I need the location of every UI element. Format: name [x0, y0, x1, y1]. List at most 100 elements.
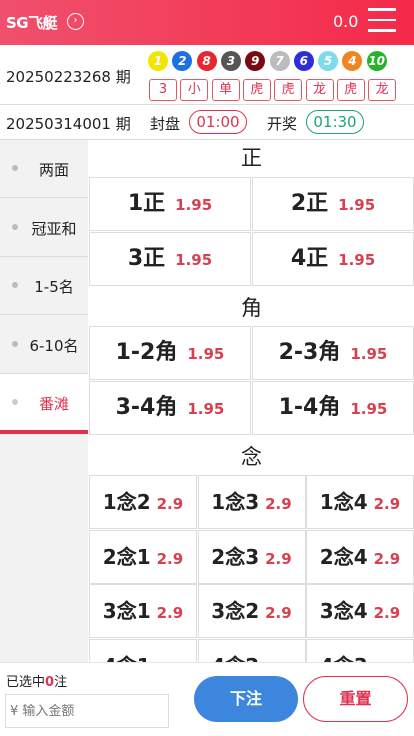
bet-odds: 2.9 — [156, 549, 184, 568]
bet-name: 2-3角 — [278, 340, 341, 365]
result-ball: 1 — [148, 51, 168, 71]
bet-name: 2念1 — [102, 544, 151, 569]
bet-footer: 已选中0注 下注 重置 — [0, 662, 414, 736]
bet-name: 3正 — [127, 245, 166, 271]
sidebar-item[interactable]: 6-10名 — [0, 316, 88, 374]
bet-odds: 1.95 — [187, 345, 225, 363]
result-ball: 8 — [196, 51, 217, 71]
bet-name: 1-2角 — [115, 340, 178, 365]
result-ball: 9 — [245, 51, 266, 71]
open-countdown: 01:30 — [306, 110, 364, 134]
odds-cell[interactable]: 2-3角 1.95 — [252, 326, 414, 380]
bet-odds: 1.95 — [187, 399, 225, 418]
odds-cell[interactable]: 2念4 2.9 — [306, 529, 414, 584]
bet-name: 4念3 — [320, 654, 368, 663]
odds-cell[interactable]: 3念2 2.9 — [197, 584, 306, 638]
bet-odds: 1.95 — [338, 196, 376, 214]
sidebar-item-label: 两面 — [38, 161, 69, 179]
result-tag: 虎 — [242, 79, 271, 101]
next-draw-row: 20250314001 期 封盘 01:00 开奖 01:30 — [0, 105, 414, 140]
bet-odds: 2.9 — [265, 549, 292, 568]
bet-odds: 1.95 — [338, 250, 376, 269]
bet-name: 3念2 — [211, 599, 260, 623]
bet-button[interactable]: 下注 — [194, 676, 298, 722]
odds-cell[interactable]: 4正 1.95 — [252, 231, 414, 286]
odds-cell[interactable]: 3正 1.95 — [89, 231, 251, 286]
odds-cell[interactable]: 4念32.9 — [306, 638, 414, 663]
sidebar-item-label: 冠亚和 — [31, 219, 77, 238]
result-balls: 1 2 8 3 9 7 6 5 4 10 — [148, 51, 414, 73]
bet-name: 1正 — [127, 191, 166, 216]
odds-cell[interactable]: 1念4 2.9 — [306, 475, 414, 529]
section-title-nian: 念 — [241, 445, 262, 469]
sidebar-item[interactable]: 番滩 — [0, 374, 88, 435]
top-bar: SG飞艇 › 0.0 — [0, 0, 414, 45]
sidebar-item[interactable]: 两面 — [0, 140, 88, 198]
bet-odds: 2.9 — [265, 604, 292, 622]
bet-name: 3念1 — [102, 599, 151, 623]
bet-name: 4正 — [290, 245, 329, 271]
odds-cell[interactable]: 4念12.9 — [89, 638, 197, 663]
category-sidebar: 两面冠亚和 1-5名 6-10名番滩 — [0, 140, 88, 662]
odds-cell[interactable]: 1念3 2.9 — [197, 475, 306, 529]
open-label: 开奖 — [267, 115, 298, 133]
result-tag: 单 — [211, 79, 240, 101]
bullet-dot-icon — [12, 399, 18, 406]
odds-cell[interactable]: 4念22.9 — [197, 638, 306, 663]
odds-cell[interactable]: 2念1 2.9 — [89, 529, 197, 584]
sidebar-item-label: 番滩 — [38, 395, 69, 414]
result-tag: 龙 — [368, 79, 397, 101]
bet-odds: 1.95 — [350, 345, 388, 363]
odds-cell[interactable]: 1-2角 1.95 — [89, 326, 251, 380]
odds-cell[interactable]: 1-4角 1.95 — [252, 380, 414, 435]
bet-name: 1-4角 — [278, 394, 341, 420]
bullet-dot-icon — [12, 282, 18, 289]
section-title-jiao: 角 — [241, 296, 262, 320]
bullet-dot-icon — [12, 340, 18, 347]
bet-odds: 2.9 — [156, 604, 184, 622]
bet-name: 2念3 — [211, 544, 260, 569]
balance-amount: 0.0 — [333, 12, 359, 31]
next-draw-issue: 20250314001 期 — [6, 115, 131, 133]
bet-odds: 1.95 — [175, 250, 213, 269]
result-tags: 3小单虎虎龙虎龙 — [149, 79, 414, 101]
result-ball: 4 — [342, 51, 363, 71]
bet-odds: 2.9 — [156, 495, 184, 513]
bet-name: 2正 — [290, 191, 329, 216]
result-ball: 2 — [172, 51, 193, 71]
result-tag: 龙 — [305, 79, 334, 101]
section-title-zheng: 正 — [241, 146, 262, 170]
odds-cell[interactable]: 1正 1.95 — [89, 177, 251, 231]
bet-name: 3念4 — [319, 599, 368, 623]
odds-cell[interactable]: 2念3 2.9 — [197, 529, 306, 584]
switch-game-icon[interactable]: › — [67, 13, 84, 30]
close-countdown: 01:00 — [189, 110, 247, 134]
sidebar-item-label: 1-5名 — [34, 278, 74, 297]
bet-odds: 2.9 — [265, 495, 292, 513]
bullet-dot-icon — [12, 165, 18, 171]
odds-cell[interactable]: 2正 1.95 — [252, 177, 414, 231]
amount-input[interactable] — [5, 694, 169, 728]
odds-cell[interactable]: 3-4角 1.95 — [89, 380, 251, 435]
bet-name: 3-4角 — [115, 394, 178, 420]
sidebar-item[interactable]: 冠亚和 — [0, 199, 88, 257]
reset-button[interactable]: 重置 — [303, 676, 408, 722]
selected-count: 0 — [45, 675, 55, 690]
odds-cell[interactable]: 3念1 2.9 — [89, 584, 197, 638]
bet-panel: 正 1正 1.95 2正 1.95 3正 1.95 4正 1.95 角 1-2角 1.95 2-3… — [89, 140, 414, 662]
bet-name: 4念2 — [211, 654, 259, 663]
bet-odds: 2.9 — [373, 495, 401, 513]
game-title[interactable]: SG飞艇 — [6, 12, 58, 33]
result-tag: 虎 — [336, 79, 365, 101]
odds-cell[interactable]: 1念2 2.9 — [89, 475, 197, 529]
bet-odds: 1.95 — [175, 196, 213, 214]
result-tag: 虎 — [274, 79, 303, 101]
last-draw-issue: 20250223268 期 — [6, 68, 131, 86]
close-label: 封盘 — [150, 115, 181, 133]
sidebar-item[interactable]: 1-5名 — [0, 257, 88, 316]
bullet-dot-icon — [12, 223, 18, 230]
bet-name: 4念1 — [103, 654, 151, 663]
menu-icon[interactable] — [368, 8, 396, 34]
bet-odds: 1.95 — [350, 399, 388, 418]
odds-cell[interactable]: 3念4 2.9 — [306, 584, 414, 638]
